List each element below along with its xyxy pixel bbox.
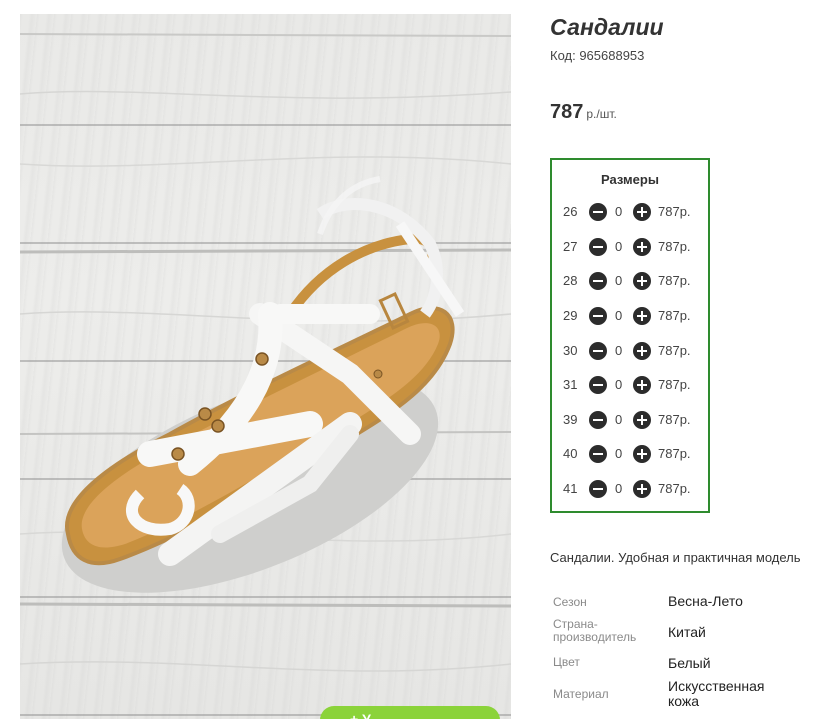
property-value: Белый	[668, 655, 711, 671]
size-price: 787р.	[658, 377, 691, 392]
size-label: 31	[563, 377, 578, 392]
minus-icon[interactable]	[589, 480, 607, 498]
quantity-value: 0	[615, 481, 623, 496]
property-value: Китай	[668, 624, 706, 640]
quantity-value: 0	[615, 343, 623, 358]
property-key: Страна-производитель	[553, 617, 637, 644]
size-label: 28	[563, 273, 578, 288]
plus-icon[interactable]	[633, 342, 651, 360]
property-key: Материал	[553, 687, 609, 701]
property-key: Сезон	[553, 595, 587, 609]
minus-icon[interactable]	[589, 445, 607, 463]
minus-icon[interactable]	[589, 342, 607, 360]
size-row-31: 31 0 787р.	[552, 375, 708, 395]
property-value: Искусственная кожа	[668, 678, 765, 709]
plus-icon[interactable]	[633, 272, 651, 290]
size-price: 787р.	[658, 239, 691, 254]
size-row-26: 26 0 787р.	[552, 202, 708, 222]
plus-icon[interactable]	[633, 376, 651, 394]
plus-icon[interactable]	[633, 307, 651, 325]
plus-icon[interactable]	[633, 238, 651, 256]
plus-icon[interactable]	[633, 445, 651, 463]
size-row-30: 30 0 787р.	[552, 341, 708, 361]
size-label: 30	[563, 343, 578, 358]
quantity-value: 0	[615, 308, 623, 323]
size-price: 787р.	[658, 204, 691, 219]
size-label: 26	[563, 204, 578, 219]
size-price: 787р.	[658, 446, 691, 461]
property-value: Весна-Лето	[668, 593, 743, 609]
minus-icon[interactable]	[589, 307, 607, 325]
add-to-cart-button[interactable]: + У	[320, 706, 500, 719]
quantity-value: 0	[615, 412, 623, 427]
property-key: Цвет	[553, 655, 580, 669]
product-title: Сандалии	[550, 14, 664, 40]
product-code: Код: 965688953	[550, 48, 645, 63]
plus-icon[interactable]	[633, 411, 651, 429]
product-description: Сандалии. Удобная и практичная модель	[550, 550, 801, 565]
minus-icon[interactable]	[589, 376, 607, 394]
minus-icon[interactable]	[589, 238, 607, 256]
minus-icon[interactable]	[589, 203, 607, 221]
product-price: 787	[550, 101, 584, 123]
sizes-panel: Размеры 26 0 787р. 27 0 787р. 28 0 787р.…	[550, 158, 710, 513]
size-row-28: 28 0 787р.	[552, 271, 708, 291]
sizes-title: Размеры	[601, 172, 659, 187]
quantity-value: 0	[615, 273, 623, 288]
quantity-value: 0	[615, 377, 623, 392]
product-photo[interactable]	[20, 14, 511, 719]
size-label: 41	[563, 481, 578, 496]
minus-icon[interactable]	[589, 411, 607, 429]
quantity-value: 0	[615, 204, 623, 219]
sandal-illustration	[20, 33, 511, 672]
size-price: 787р.	[658, 273, 691, 288]
price-row: 787 р./шт.	[550, 101, 617, 124]
size-row-29: 29 0 787р.	[552, 306, 708, 326]
size-row-39: 39 0 787р.	[552, 410, 708, 430]
size-label: 40	[563, 446, 578, 461]
size-price: 787р.	[658, 412, 691, 427]
plus-icon[interactable]	[633, 203, 651, 221]
size-label: 39	[563, 412, 578, 427]
size-price: 787р.	[658, 308, 691, 323]
size-price: 787р.	[658, 343, 691, 358]
minus-icon[interactable]	[589, 272, 607, 290]
plus-icon[interactable]	[633, 480, 651, 498]
size-label: 29	[563, 308, 578, 323]
quantity-value: 0	[615, 239, 623, 254]
size-row-41: 41 0 787р.	[552, 479, 708, 499]
size-label: 27	[563, 239, 578, 254]
size-row-40: 40 0 787р.	[552, 444, 708, 464]
quantity-value: 0	[615, 446, 623, 461]
price-unit: р./шт.	[586, 107, 617, 121]
size-price: 787р.	[658, 481, 691, 496]
size-row-27: 27 0 787р.	[552, 237, 708, 257]
